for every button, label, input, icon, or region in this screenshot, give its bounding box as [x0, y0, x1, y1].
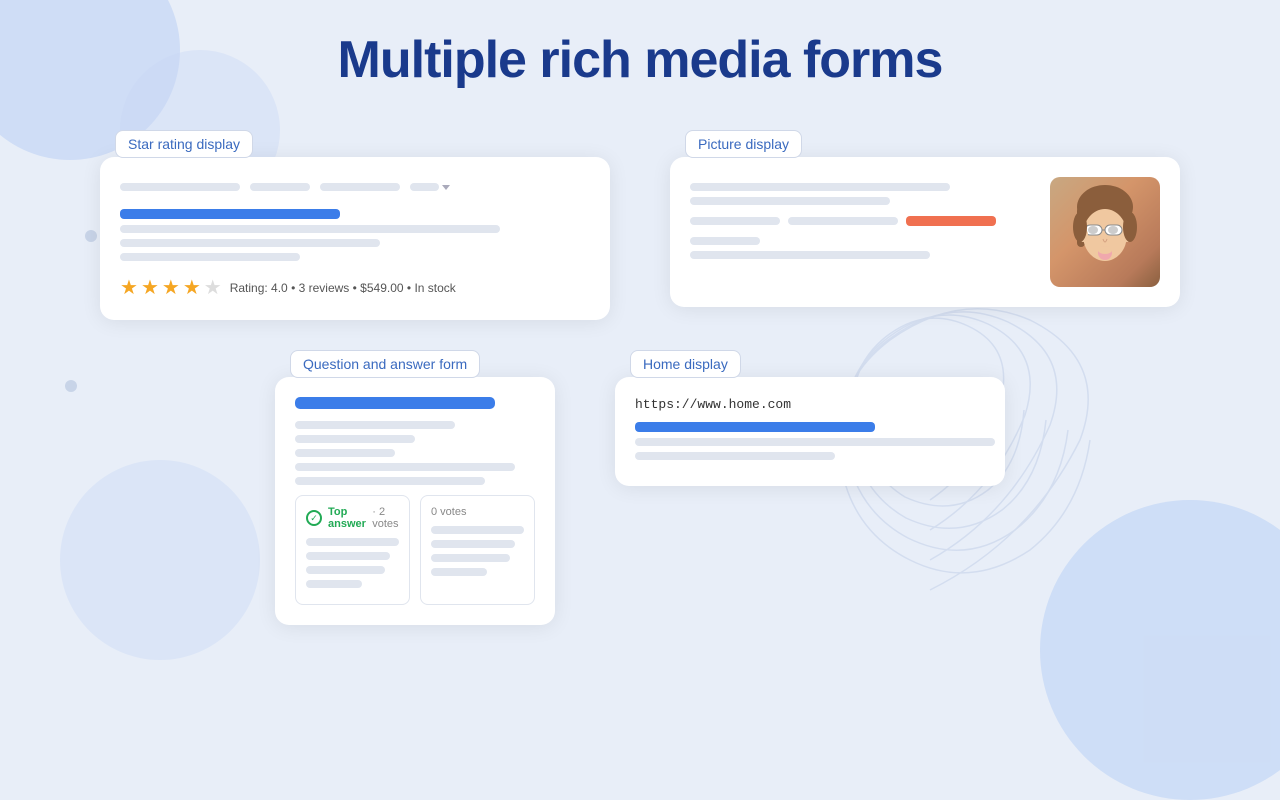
dot-decoration: [65, 380, 77, 392]
picture-display-card: Picture display: [650, 120, 1200, 340]
star-2: ★: [141, 275, 159, 300]
skeleton-line: [690, 237, 760, 245]
orange-button-skeleton: [906, 216, 996, 226]
skeleton-line: [320, 183, 400, 191]
skeleton-line: [306, 580, 362, 588]
skeleton-line: [431, 554, 510, 562]
skeleton-line: [306, 538, 399, 546]
other-answer-box: 0 votes: [420, 495, 535, 605]
other-votes-label: 0 votes: [431, 506, 524, 518]
top-answer-box: Top answer · 2 votes: [295, 495, 410, 605]
qa-card-body: Top answer · 2 votes 0 votes: [275, 377, 555, 625]
skeleton-line: [306, 566, 385, 574]
star-rating-row: ★ ★ ★ ★ ★ Rating: 4.0 • 3 reviews • $549…: [120, 275, 590, 300]
skeleton-line: [635, 452, 835, 460]
stars-display: ★ ★ ★ ★ ★: [120, 275, 222, 300]
qa-form-card: Question and answer form Top answer · 2 …: [255, 340, 575, 645]
skeleton-line: [295, 435, 415, 443]
main-heading: Multiple rich media forms: [0, 30, 1280, 90]
qa-answers-section: Top answer · 2 votes 0 votes: [295, 495, 535, 605]
star-5-empty: ★: [204, 275, 222, 300]
skeleton-line: [690, 197, 890, 205]
skeleton-line: [306, 552, 390, 560]
skeleton-line: [690, 217, 780, 225]
star-3: ★: [162, 275, 180, 300]
skeleton-line: [431, 526, 524, 534]
skeleton-line: [431, 540, 515, 548]
top-answer-header: Top answer · 2 votes: [306, 506, 399, 530]
skeleton-line: [788, 217, 898, 225]
skeleton-line: [295, 421, 455, 429]
skeleton-line: [120, 239, 380, 247]
page-title-section: Multiple rich media forms: [0, 0, 1280, 110]
star-4: ★: [183, 275, 201, 300]
dropdown-skeleton: [410, 183, 450, 191]
skeleton-line: [120, 183, 240, 191]
skeleton-line: [295, 449, 395, 457]
top-votes: · 2 votes: [372, 506, 399, 530]
skeleton-line: [295, 463, 515, 471]
skeleton-line: [690, 183, 950, 191]
star-1: ★: [120, 275, 138, 300]
skeleton-line: [120, 225, 500, 233]
skeleton-line: [431, 568, 487, 576]
skeleton-line: [690, 251, 930, 259]
skeleton-line: [635, 438, 995, 446]
progress-bar-blue: [120, 209, 340, 219]
star-rating-label: Star rating display: [115, 130, 253, 158]
qa-blue-progress: [295, 397, 495, 409]
star-rating-body: ★ ★ ★ ★ ★ Rating: 4.0 • 3 reviews • $549…: [100, 157, 610, 320]
home-url-text: https://www.home.com: [635, 397, 985, 412]
picture-row-inline: [690, 211, 1020, 231]
star-rating-card: Star rating display ★: [80, 120, 630, 340]
home-display-card: Home display https://www.home.com: [595, 340, 1025, 645]
top-answer-label: Top answer: [328, 506, 366, 530]
picture-display-label: Picture display: [685, 130, 802, 158]
skeleton-line: [250, 183, 310, 191]
qa-form-label: Question and answer form: [290, 350, 480, 378]
skeleton-line: [120, 253, 300, 261]
rating-info: Rating: 4.0 • 3 reviews • $549.00 • In s…: [230, 281, 456, 295]
picture-card-body: [670, 157, 1180, 307]
home-card-body: https://www.home.com: [615, 377, 1005, 486]
skeleton-line: [295, 477, 485, 485]
product-image: [1050, 177, 1160, 287]
picture-content-area: [690, 177, 1035, 287]
home-display-label: Home display: [630, 350, 741, 378]
home-progress-bar: [635, 422, 875, 432]
check-icon: [306, 510, 322, 526]
